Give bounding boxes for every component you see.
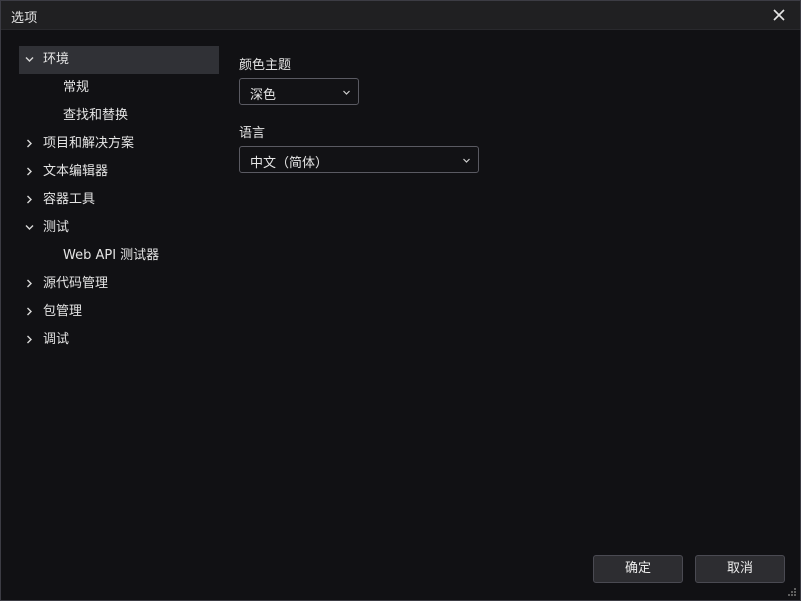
sidebar-item-label: 容器工具	[43, 192, 96, 207]
sidebar-item-label: Web API 测试器	[63, 248, 160, 263]
window-title: 选项	[11, 11, 38, 26]
sidebar-item-label: 项目和解决方案	[43, 136, 135, 151]
theme-dropdown[interactable]: 深色	[239, 78, 359, 105]
sidebar-item-label: 测试	[43, 220, 70, 235]
language-dropdown[interactable]: 中文（简体）	[239, 146, 479, 173]
sidebar-item-container-tools[interactable]: 容器工具	[19, 186, 219, 214]
chevron-right-icon	[24, 166, 35, 177]
close-icon	[770, 6, 788, 24]
sidebar-item-label: 文本编辑器	[43, 164, 109, 179]
sidebar-item-label: 源代码管理	[43, 276, 109, 291]
sidebar-item-label: 调试	[43, 332, 70, 347]
sidebar-item-source-control[interactable]: 源代码管理	[19, 270, 219, 298]
language-label: 语言	[239, 126, 266, 141]
sidebar-item-package-management[interactable]: 包管理	[19, 298, 219, 326]
sidebar-item-projects-solutions[interactable]: 项目和解决方案	[19, 130, 219, 158]
sidebar-item-web-api-tester[interactable]: Web API 测试器	[19, 242, 219, 270]
sidebar-item-label: 查找和替换	[63, 108, 129, 123]
chevron-down-icon	[24, 222, 35, 233]
chevron-down-icon	[462, 156, 471, 165]
theme-label: 颜色主题	[239, 58, 292, 73]
title-bar: 选项	[1, 1, 800, 30]
resize-grip-icon[interactable]	[787, 587, 797, 597]
sidebar-item-find-replace[interactable]: 查找和替换	[19, 102, 219, 130]
settings-tree: 环境 常规 查找和替换 项目和解决方案 文本编辑器 容器工具 测试 Web AP…	[19, 46, 219, 354]
sidebar-item-label: 包管理	[43, 304, 83, 319]
sidebar-item-text-editor[interactable]: 文本编辑器	[19, 158, 219, 186]
ok-button[interactable]: 确定	[593, 555, 683, 583]
theme-value: 深色	[250, 88, 277, 103]
sidebar-item-label: 环境	[43, 52, 70, 67]
close-button[interactable]	[770, 6, 788, 24]
chevron-down-icon	[24, 54, 35, 65]
chevron-right-icon	[24, 138, 35, 149]
chevron-down-icon	[342, 88, 351, 97]
cancel-button[interactable]: 取消	[695, 555, 785, 583]
chevron-right-icon	[24, 334, 35, 345]
sidebar-item-environment[interactable]: 环境	[19, 46, 219, 74]
chevron-right-icon	[24, 278, 35, 289]
options-dialog: 选项 环境 常规 查找和替换 项目和解决方案 文本编辑器 容器工具 测试 Web…	[0, 0, 801, 601]
chevron-right-icon	[24, 306, 35, 317]
sidebar-item-testing[interactable]: 测试	[19, 214, 219, 242]
chevron-right-icon	[24, 194, 35, 205]
sidebar-item-label: 常规	[63, 80, 90, 95]
language-value: 中文（简体）	[250, 156, 329, 171]
sidebar-item-general[interactable]: 常规	[19, 74, 219, 102]
sidebar-item-debugging[interactable]: 调试	[19, 326, 219, 354]
